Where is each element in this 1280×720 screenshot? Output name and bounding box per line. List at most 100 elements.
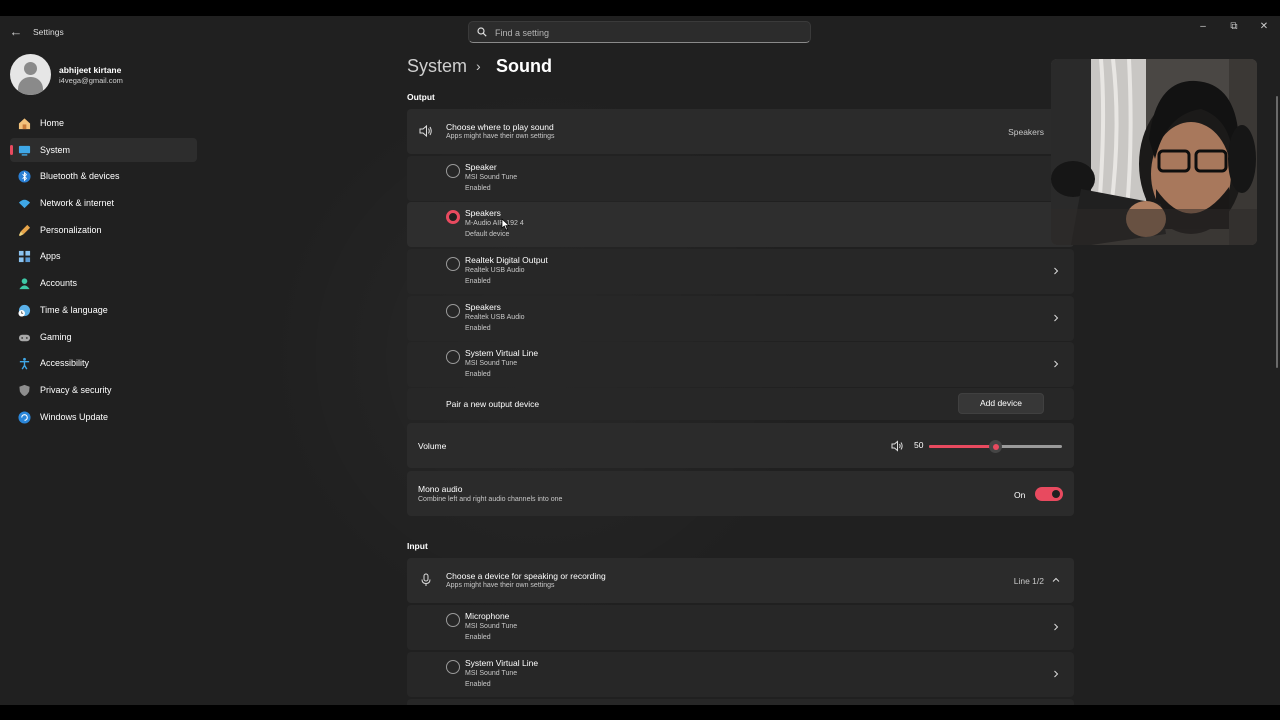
device-name: Speakers (465, 208, 501, 218)
app-title: Settings (33, 27, 64, 37)
settings-window: ← Settings – ⧉ ✕ abhijeet kirtane i4vega… (0, 16, 1280, 705)
sidebar-item-bluetooth[interactable]: Bluetooth & devices (10, 164, 197, 188)
device-status: Default device (465, 231, 510, 238)
input-device-header[interactable]: Choose a device for speaking or recordin… (407, 558, 1074, 603)
device-name: Realtek Digital Output (465, 255, 548, 265)
mono-audio-toggle[interactable] (1035, 487, 1063, 501)
webcam-overlay (1051, 59, 1257, 245)
search-icon (477, 27, 487, 37)
device-name: Speakers (465, 302, 501, 312)
sidebar-item-privacy[interactable]: Privacy & security (10, 378, 197, 402)
input-device-row-partial (407, 699, 1074, 705)
minimize-button[interactable]: – (1191, 19, 1215, 35)
shield-icon (19, 384, 30, 396)
output-radio[interactable] (446, 350, 460, 364)
volume-slider-fill (929, 445, 996, 448)
sidebar-item-accessibility[interactable]: Accessibility (10, 351, 197, 375)
input-header-title: Choose a device for speaking or recordin… (446, 571, 606, 581)
output-device-row[interactable]: Speakers Realtek USB Audio Enabled (407, 296, 1074, 341)
sidebar-nav: Home System Bluetooth & devices Network … (10, 111, 197, 431)
input-radio[interactable] (446, 613, 460, 627)
device-name: System Virtual Line (465, 658, 539, 668)
sidebar-item-accounts[interactable]: Accounts (10, 271, 197, 295)
device-name: System Virtual Line (465, 348, 539, 358)
apps-icon (18, 251, 31, 263)
output-radio[interactable] (446, 304, 460, 318)
sidebar-item-personalization[interactable]: Personalization (10, 218, 197, 242)
sidebar-item-home[interactable]: Home (10, 111, 197, 135)
brush-icon (18, 224, 31, 236)
mono-audio-title: Mono audio (418, 484, 463, 494)
sidebar-item-windows-update[interactable]: Windows Update (10, 405, 197, 429)
device-status: Enabled (465, 634, 491, 641)
volume-value: 50 (914, 440, 924, 450)
device-name: Microphone (465, 611, 510, 621)
user-name: abhijeet kirtane (59, 65, 122, 75)
output-radio[interactable] (446, 164, 460, 178)
device-driver: MSI Sound Tune (465, 360, 518, 367)
search-box[interactable] (468, 21, 811, 43)
device-driver: MSI Sound Tune (465, 623, 518, 630)
microphone-icon (421, 573, 431, 586)
search-input[interactable] (495, 25, 795, 40)
sidebar-item-time-language[interactable]: Time & language (10, 298, 197, 322)
chevron-right-icon (1054, 623, 1059, 631)
close-button[interactable]: ✕ (1252, 19, 1276, 35)
volume-label: Volume (418, 441, 447, 451)
update-icon (18, 411, 31, 424)
output-device-header[interactable]: Choose where to play sound Apps might ha… (407, 109, 1074, 154)
device-driver: Realtek USB Audio (465, 314, 525, 321)
input-device-row[interactable]: Microphone MSI Sound Tune Enabled (407, 605, 1074, 650)
device-driver: Realtek USB Audio (465, 267, 525, 274)
vertical-scrollbar[interactable] (1276, 96, 1278, 368)
output-device-row[interactable]: Speaker MSI Sound Tune Enabled (407, 156, 1074, 201)
device-status: Enabled (465, 681, 491, 688)
output-radio-selected[interactable] (446, 210, 460, 224)
device-driver: M-Audio AIR 192 4 (465, 220, 524, 227)
mono-audio-row: Mono audio Combine left and right audio … (407, 471, 1074, 516)
output-device-row[interactable]: System Virtual Line MSI Sound Tune Enabl… (407, 342, 1074, 387)
home-icon (18, 118, 31, 130)
volume-slider[interactable] (929, 440, 1062, 453)
output-header-title: Choose where to play sound (446, 122, 554, 132)
mouse-cursor-icon (501, 218, 510, 231)
page-title: Sound (496, 56, 552, 76)
volume-mute-toggle-icon[interactable] (891, 440, 904, 452)
chevron-right-icon (1054, 360, 1059, 368)
accounts-icon (19, 278, 30, 290)
device-status: Enabled (465, 325, 491, 332)
output-section-label: Output (407, 92, 435, 102)
device-status: Enabled (465, 278, 491, 285)
breadcrumb-parent[interactable]: System (407, 56, 467, 77)
input-device-row[interactable]: System Virtual Line MSI Sound Tune Enabl… (407, 652, 1074, 697)
output-device-row[interactable]: Speakers M-Audio AIR 192 4 Default devic… (407, 202, 1074, 247)
device-name: Speaker (465, 162, 497, 172)
input-header-subtitle: Apps might have their own settings (446, 582, 555, 589)
sidebar-item-apps[interactable]: Apps (10, 244, 197, 268)
add-device-button[interactable]: Add device (958, 393, 1044, 414)
user-email: i4vega@gmail.com (59, 76, 123, 85)
device-driver: MSI Sound Tune (465, 174, 518, 181)
output-selected-value: Speakers (1008, 127, 1044, 137)
output-header-subtitle: Apps might have their own settings (446, 133, 555, 140)
input-section-label: Input (407, 541, 428, 551)
back-button[interactable]: ← (9, 25, 23, 39)
input-radio[interactable] (446, 660, 460, 674)
avatar[interactable] (10, 54, 51, 95)
maximize-button[interactable]: ⧉ (1222, 19, 1246, 35)
volume-slider-thumb[interactable] (989, 440, 1002, 453)
sidebar-item-system[interactable]: System (10, 137, 197, 162)
mono-audio-subtitle: Combine left and right audio channels in… (418, 496, 563, 503)
webcam-person-image (1051, 59, 1257, 245)
wifi-icon (18, 199, 31, 209)
chevron-right-icon (1054, 267, 1059, 275)
output-radio[interactable] (446, 257, 460, 271)
output-device-row[interactable]: Realtek Digital Output Realtek USB Audio… (407, 249, 1074, 294)
chevron-up-icon[interactable] (1052, 576, 1060, 584)
device-status: Enabled (465, 371, 491, 378)
device-driver: MSI Sound Tune (465, 670, 518, 677)
sidebar-item-network[interactable]: Network & internet (10, 191, 197, 215)
device-status: Enabled (465, 185, 491, 192)
sidebar-item-gaming[interactable]: Gaming (10, 325, 197, 349)
chevron-right-icon (1054, 670, 1059, 678)
